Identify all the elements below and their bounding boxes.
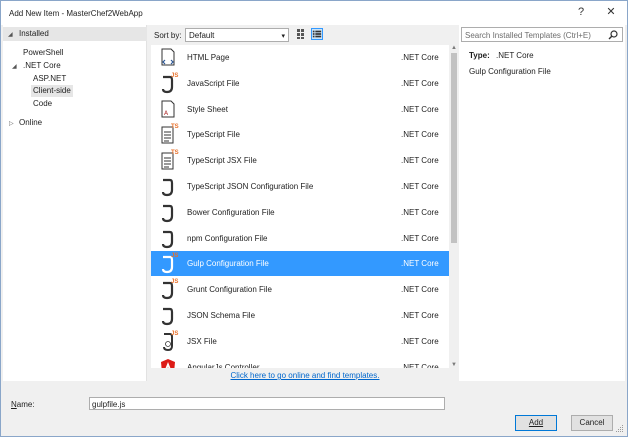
tree-item-client-side[interactable]: Client-side — [31, 85, 73, 97]
json-file-icon — [161, 230, 174, 249]
search-placeholder: Search Installed Templates (Ctrl+E) — [465, 31, 591, 40]
tree-item-code[interactable]: Code — [33, 98, 52, 110]
template-row[interactable]: AngularJs Controller .NET Core — [151, 355, 449, 368]
template-name: Bower Configuration File — [187, 208, 275, 217]
template-row[interactable]: HTML Page .NET Core — [151, 45, 449, 70]
type-row: Type: .NET Core — [469, 51, 534, 60]
grid-view-icon[interactable] — [296, 28, 308, 40]
add-button[interactable]: Add — [515, 415, 557, 431]
name-field[interactable]: gulpfile.js — [89, 397, 445, 410]
template-name: TypeScript JSX File — [187, 156, 257, 165]
cancel-button[interactable]: Cancel — [571, 415, 613, 431]
template-language: .NET Core — [401, 311, 439, 320]
template-language: .NET Core — [401, 105, 439, 114]
template-language: .NET Core — [401, 182, 439, 191]
angular-file-icon — [161, 359, 175, 368]
template-language: .NET Core — [401, 156, 439, 165]
list-view-icon[interactable] — [311, 28, 323, 40]
template-name: Grunt Configuration File — [187, 285, 272, 294]
template-row[interactable]: JS Grunt Configuration File .NET Core — [151, 277, 449, 302]
search-input[interactable]: Search Installed Templates (Ctrl+E) — [461, 27, 623, 42]
name-label: Name: — [11, 400, 35, 409]
search-icon[interactable] — [608, 30, 618, 40]
template-name: JavaScript File — [187, 79, 240, 88]
html-file-icon — [161, 48, 175, 66]
close-button[interactable]: ✕ — [603, 5, 619, 19]
template-name: npm Configuration File — [187, 234, 268, 243]
template-row[interactable]: JS Gulp Configuration File .NET Core — [151, 251, 449, 276]
badge-label: JS — [171, 279, 179, 285]
installed-header[interactable]: ◢ Installed — [3, 27, 147, 41]
template-language: .NET Core — [401, 363, 439, 368]
sort-by-label: Sort by: — [154, 31, 182, 40]
sort-by-value: Default — [189, 31, 215, 40]
installed-label: Installed — [19, 29, 49, 38]
template-language: .NET Core — [401, 285, 439, 294]
help-button[interactable]: ? — [573, 5, 589, 19]
template-name: Style Sheet — [187, 105, 228, 114]
template-language: .NET Core — [401, 79, 439, 88]
scroll-down-icon[interactable]: ▼ — [450, 362, 458, 368]
footer: Name: gulpfile.js Add Cancel — [1, 383, 627, 436]
template-language: .NET Core — [401, 337, 439, 346]
template-language: .NET Core — [401, 130, 439, 139]
template-name: TypeScript File — [187, 130, 240, 139]
badge-label: JS — [171, 253, 179, 259]
template-list: HTML Page .NET Core JS JavaScript File .NET … — [151, 45, 449, 368]
template-list-scrollbar[interactable]: ▲ ▼ — [449, 45, 459, 368]
type-value: .NET Core — [495, 51, 534, 60]
installed-expander-icon[interactable]: ◢ — [8, 28, 13, 40]
tree-item-online[interactable]: Online — [19, 117, 42, 129]
template-row[interactable]: JS JavaScript File .NET Core — [151, 71, 449, 96]
template-language: .NET Core — [401, 234, 439, 243]
template-name: Gulp Configuration File — [187, 259, 269, 268]
add-new-item-dialog: Add New Item - MasterChef2WebApp ? ✕ ◢ I… — [0, 0, 628, 437]
scroll-up-icon[interactable]: ▲ — [450, 45, 458, 51]
template-row[interactable]: TypeScript JSON Configuration File .NET C… — [151, 174, 449, 199]
sort-by-dropdown[interactable]: Default ▾ — [185, 28, 289, 42]
sort-toolbar: Sort by: Default ▾ — [151, 25, 457, 45]
badge-label: JS — [171, 331, 179, 337]
badge-label: TS — [171, 150, 179, 156]
chevron-down-icon: ▾ — [281, 33, 285, 40]
template-name: JSX File — [187, 337, 217, 346]
tree-item-netcore[interactable]: .NET Core — [23, 60, 61, 72]
dialog-title: Add New Item - MasterChef2WebApp — [9, 9, 143, 18]
title-bar: Add New Item - MasterChef2WebApp ? ✕ — [1, 1, 627, 25]
resize-grip-icon[interactable] — [616, 425, 624, 433]
json-file-icon — [161, 178, 174, 197]
template-language: .NET Core — [401, 53, 439, 62]
online-templates-link[interactable]: Click here to go online and find templat… — [151, 371, 459, 380]
template-language: .NET Core — [401, 259, 439, 268]
type-label: Type: — [469, 51, 490, 60]
template-row[interactable]: TS TypeScript JSX File .NET Core — [151, 148, 449, 173]
template-name: HTML Page — [187, 53, 230, 62]
template-name: AngularJs Controller — [187, 363, 260, 368]
json-file-icon — [161, 204, 174, 223]
scrollbar-thumb[interactable] — [451, 53, 457, 243]
template-name: JSON Schema File — [187, 311, 256, 320]
tree-expander-online-icon[interactable]: ▷ — [9, 117, 14, 129]
json-file-icon — [161, 307, 174, 326]
template-row[interactable]: TS TypeScript File .NET Core — [151, 122, 449, 147]
name-value: gulpfile.js — [92, 400, 126, 409]
template-description: Gulp Configuration File — [469, 67, 551, 76]
template-row[interactable]: JS JSX File .NET Core — [151, 329, 449, 354]
badge-label: JS — [171, 73, 179, 79]
template-row[interactable]: JSON Schema File .NET Core — [151, 303, 449, 328]
badge-label: TS — [171, 124, 179, 130]
tree-item-powershell[interactable]: PowerShell — [23, 47, 63, 59]
category-tree: ◢ Installed PowerShell ◢ .NET Core ASP.N… — [3, 25, 147, 381]
template-row[interactable]: A Style Sheet .NET Core — [151, 97, 449, 122]
details-pane: Search Installed Templates (Ctrl+E) Type… — [459, 25, 625, 381]
tree-expander-netcore-icon[interactable]: ◢ — [12, 60, 17, 72]
tree-item-aspnet[interactable]: ASP.NET — [33, 73, 66, 85]
template-name: TypeScript JSON Configuration File — [187, 182, 314, 191]
template-row[interactable]: npm Configuration File .NET Core — [151, 226, 449, 251]
template-language: .NET Core — [401, 208, 439, 217]
css-file-icon: A — [161, 100, 175, 118]
template-row[interactable]: Bower Configuration File .NET Core — [151, 200, 449, 225]
